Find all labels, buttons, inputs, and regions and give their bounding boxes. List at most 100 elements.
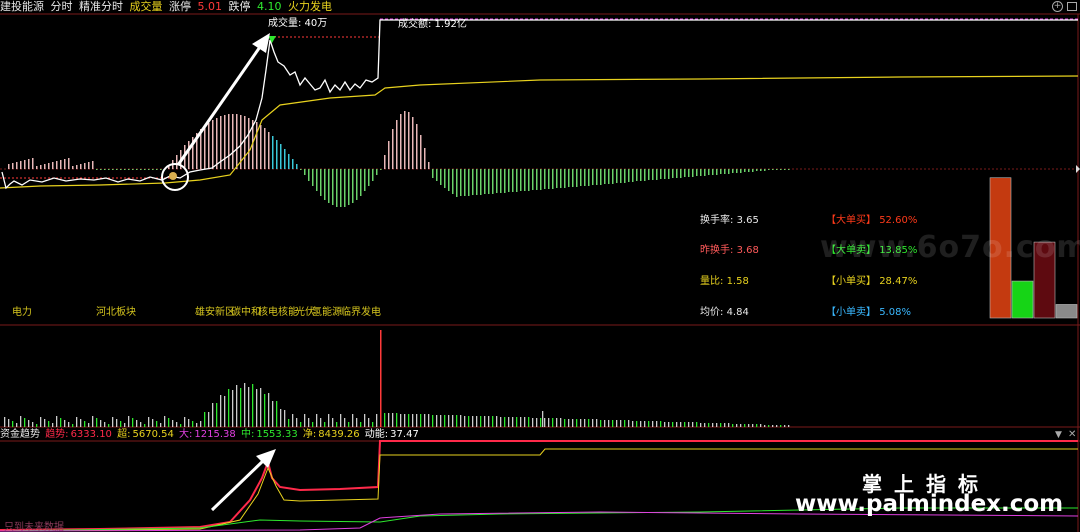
volume-bar-56 bbox=[228, 389, 230, 427]
window-icon[interactable] bbox=[1067, 2, 1077, 11]
stat-big-buy-label: 【大单买】 bbox=[826, 215, 876, 226]
volume-bar-15 bbox=[64, 420, 66, 427]
macd-bar-149 bbox=[604, 169, 606, 184]
macd-bar-123 bbox=[500, 169, 502, 193]
macd-bar-107 bbox=[436, 169, 438, 181]
limit-up-value: 5.01 bbox=[197, 0, 223, 13]
dropdown-icon[interactable]: ▼ bbox=[1055, 430, 1062, 440]
volume-bar-21 bbox=[88, 423, 90, 427]
macd-bar-59 bbox=[244, 116, 246, 169]
macd-bar-140 bbox=[568, 169, 570, 187]
volume-bar-43 bbox=[176, 422, 178, 427]
sector-nuclear[interactable]: 核电核能 bbox=[258, 303, 298, 318]
volume-bar-66 bbox=[268, 393, 270, 427]
volume-bar-167 bbox=[672, 422, 674, 427]
stat-small-buy-label: 【小单买】 bbox=[826, 276, 876, 287]
macd-bar-179 bbox=[724, 169, 726, 174]
macd-bar-158 bbox=[640, 169, 642, 181]
sector-power[interactable]: 电力 bbox=[12, 303, 32, 318]
macd-bar-97 bbox=[396, 120, 398, 169]
macd-bar-124 bbox=[504, 169, 506, 193]
macd-bar-150 bbox=[608, 169, 610, 184]
macd-bar-180 bbox=[728, 169, 730, 174]
volume-bar-175 bbox=[704, 423, 706, 427]
macd-bar-189 bbox=[764, 169, 766, 171]
sector-hebei[interactable]: 河北板块 bbox=[96, 303, 136, 318]
volume-bar-192 bbox=[772, 425, 774, 427]
sector-xiongan[interactable]: 雄安新区 bbox=[195, 303, 235, 318]
volume-bar-98 bbox=[396, 413, 398, 427]
macd-bar-33 bbox=[140, 169, 142, 170]
volume-bar-81 bbox=[328, 414, 330, 427]
volume-bar-85 bbox=[344, 418, 346, 427]
volume-bar-89 bbox=[360, 422, 362, 427]
volume-bar-193 bbox=[776, 425, 778, 427]
macd-bar-63 bbox=[260, 125, 262, 169]
volume-bar-86 bbox=[348, 422, 350, 427]
annotation-arrowhead-icon bbox=[252, 33, 270, 53]
macd-bar-60 bbox=[248, 118, 250, 169]
volume-bar-103 bbox=[416, 414, 418, 427]
sector-hydrogen[interactable]: 氢能源 bbox=[312, 303, 342, 318]
volume-bar-92 bbox=[372, 422, 374, 427]
macd-bar-80 bbox=[328, 169, 330, 203]
macd-bar-14 bbox=[64, 159, 66, 169]
volume-bar-164 bbox=[660, 421, 662, 427]
macd-bar-174 bbox=[704, 169, 706, 176]
macd-bar-104 bbox=[424, 148, 426, 169]
volume-bar-190 bbox=[764, 425, 766, 427]
macd-bar-151 bbox=[612, 169, 614, 184]
volume-bar-18 bbox=[76, 417, 78, 427]
volume-bar-102 bbox=[412, 414, 414, 427]
stat-prev-turnover-label: 昨换手: bbox=[700, 245, 734, 256]
macd-bar-45 bbox=[188, 141, 190, 169]
volume-bar-152 bbox=[612, 420, 614, 427]
expand-icon[interactable]: + bbox=[1052, 1, 1063, 12]
volume-bar-95 bbox=[384, 413, 386, 427]
macd-bar-164 bbox=[664, 169, 666, 179]
volume-bar-132 bbox=[532, 418, 534, 427]
macd-bar-190 bbox=[768, 169, 770, 170]
volume-bar-181 bbox=[728, 423, 730, 427]
macd-bar-16 bbox=[72, 166, 74, 169]
volume-bar-99 bbox=[400, 414, 402, 427]
stat-small-buy: 【小单买】 28.47% bbox=[826, 272, 917, 287]
volume-bar-32 bbox=[132, 418, 134, 427]
volume-bar-27 bbox=[112, 417, 114, 427]
macd-bar-20 bbox=[88, 162, 90, 169]
fund-trend-title[interactable]: 资金趋势 bbox=[0, 429, 40, 440]
macd-bar-106 bbox=[432, 169, 434, 178]
volume-bar-36 bbox=[148, 417, 150, 427]
volume-bar-147 bbox=[592, 419, 594, 427]
stock-name[interactable]: 建投能源 bbox=[0, 0, 44, 13]
volume-bar-130 bbox=[524, 417, 526, 427]
macd-bar-138 bbox=[560, 169, 562, 188]
macd-bar-89 bbox=[364, 169, 366, 191]
volume-bar-124 bbox=[500, 417, 502, 427]
volume-bar-50 bbox=[204, 412, 206, 427]
chart-canvas[interactable] bbox=[0, 0, 1080, 532]
sector-critical-power[interactable]: 临界发电 bbox=[341, 303, 381, 318]
macd-bar-162 bbox=[656, 169, 658, 180]
macd-bar-186 bbox=[752, 169, 754, 172]
macd-bar-5 bbox=[28, 159, 30, 169]
volume-bar-157 bbox=[632, 421, 634, 427]
stat-turnover-rate: 换手率: 3.65 bbox=[700, 211, 759, 226]
mid-label: 中: bbox=[240, 429, 255, 440]
volume-bar-41 bbox=[168, 418, 170, 427]
macd-bar-17 bbox=[76, 165, 78, 169]
macd-bar-90 bbox=[368, 169, 370, 186]
tab-precise-minute[interactable]: 精准分时 bbox=[79, 0, 123, 13]
volume-bar-151 bbox=[608, 420, 610, 427]
volume-bar-37 bbox=[152, 419, 154, 427]
volume-bar-4 bbox=[20, 416, 22, 427]
volume-bar-48 bbox=[196, 423, 198, 427]
close-icon[interactable]: ✕ bbox=[1068, 429, 1076, 440]
sector-carbon-neutral[interactable]: 碳中和 bbox=[231, 303, 261, 318]
limit-up-label: 涨停 bbox=[169, 0, 191, 13]
macd-bar-94 bbox=[384, 155, 386, 169]
stat-avg-price: 均价: 4.84 bbox=[700, 303, 749, 318]
volume-bar-135 bbox=[544, 418, 546, 427]
volume-bar-71 bbox=[288, 419, 290, 427]
tab-minute[interactable]: 分时 bbox=[51, 0, 73, 13]
